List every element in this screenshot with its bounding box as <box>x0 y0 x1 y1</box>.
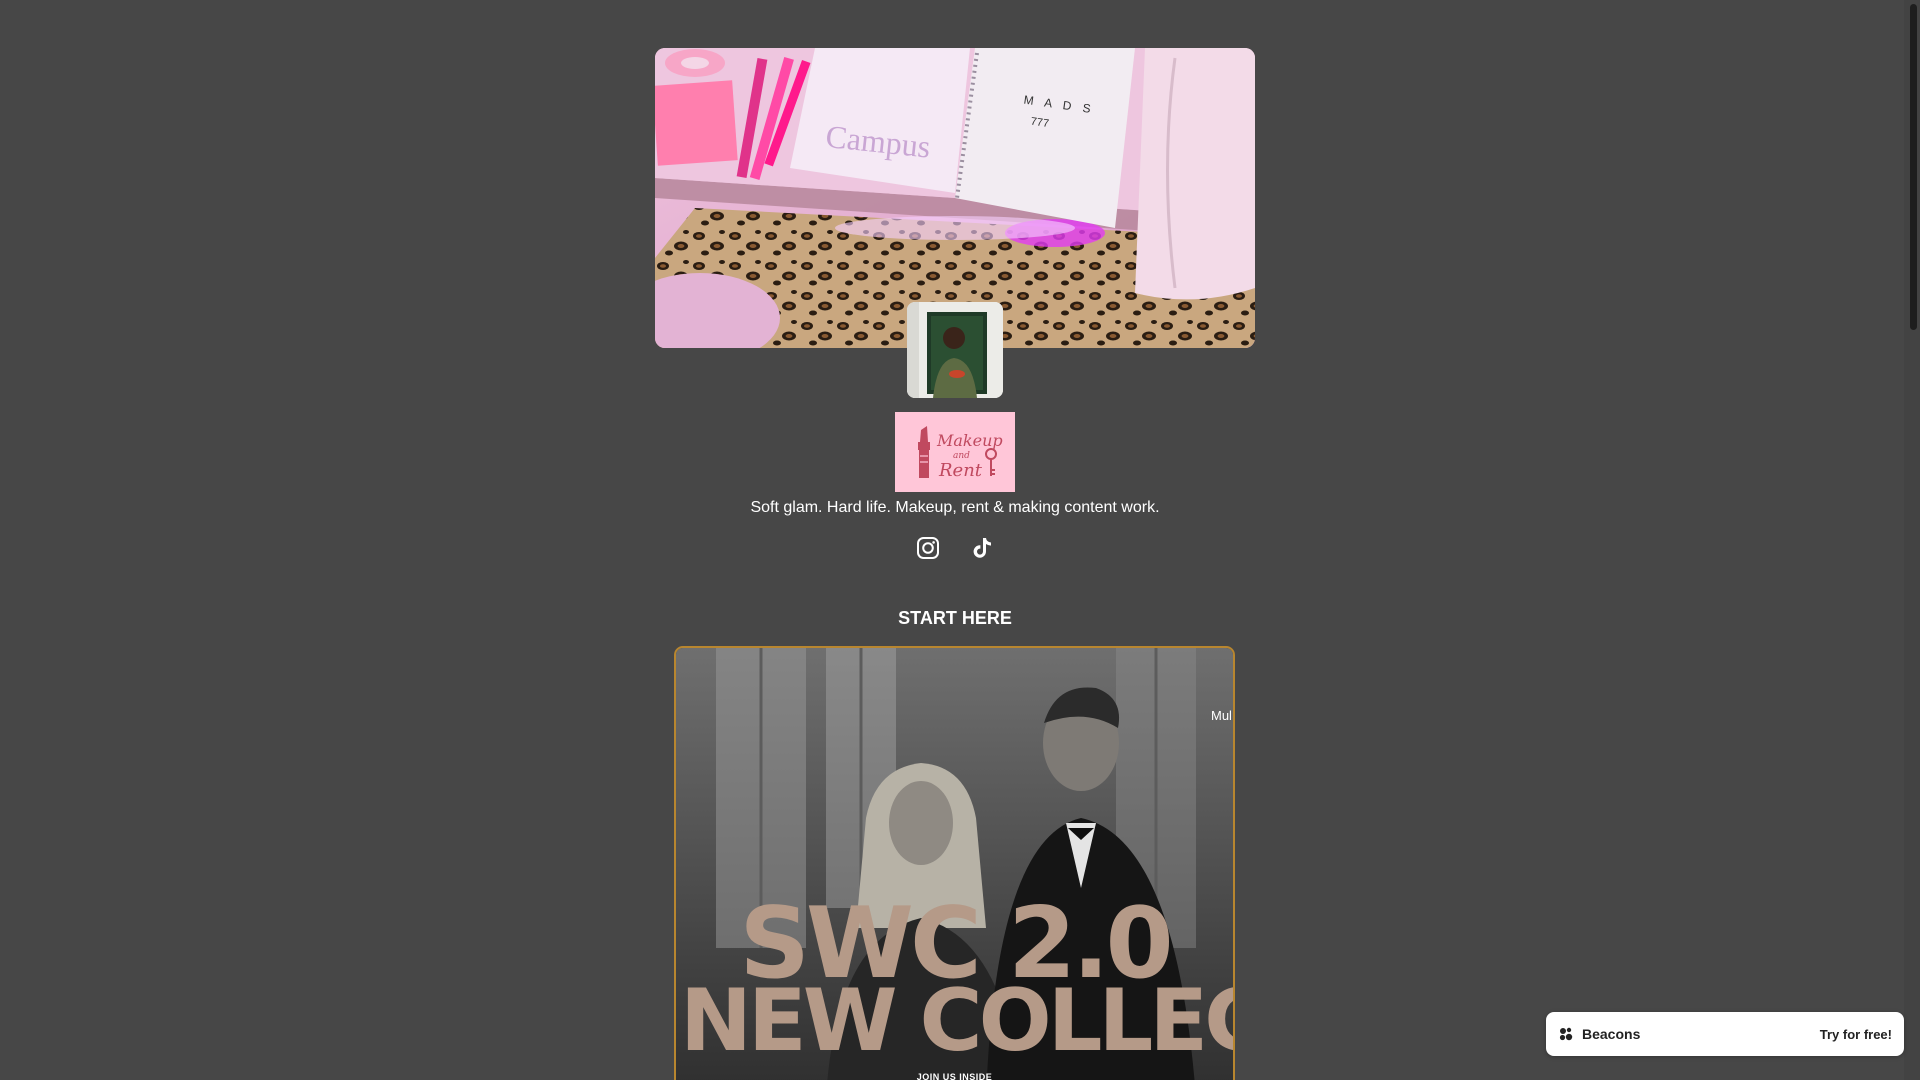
tiktok-link[interactable] <box>969 535 995 561</box>
instagram-link[interactable] <box>915 535 941 561</box>
svg-text:777: 777 <box>1030 116 1050 130</box>
instagram-icon <box>917 537 939 559</box>
beacons-brand: Beacons <box>1558 1026 1640 1042</box>
beacons-logo-icon <box>1559 1027 1573 1041</box>
section-title: START HERE <box>898 608 1012 628</box>
profile-page: Campus M A D S 777 Makeup and Rent Soft … <box>0 0 1920 1080</box>
logo-text-makeup: Makeup <box>936 431 1003 450</box>
scrollbar-thumb[interactable] <box>1910 4 1917 330</box>
promo-subline: JOIN US INSIDE <box>916 1072 993 1080</box>
try-for-free-link[interactable]: Try for free! <box>1820 1027 1892 1042</box>
social-links <box>915 535 995 561</box>
beacons-brand-name: Beacons <box>1582 1026 1641 1042</box>
tiktok-icon <box>973 538 991 558</box>
profile-bio: Soft glam. Hard life. Makeup, rent & mak… <box>750 499 1160 516</box>
promo-headline-2: NEW COLLECT <box>680 971 1233 1071</box>
brand-logo: Makeup and Rent <box>895 412 1015 492</box>
featured-link-card[interactable]: Mul SWC 2.0 NEW COLLECT JOIN US INSIDE <box>674 646 1235 1080</box>
beacons-badge[interactable]: Beacons Try for free! <box>1546 1012 1904 1056</box>
profile-avatar <box>907 302 1003 398</box>
logo-text-rent: Rent <box>938 460 983 481</box>
ticker-text: Mul <box>1211 708 1232 723</box>
